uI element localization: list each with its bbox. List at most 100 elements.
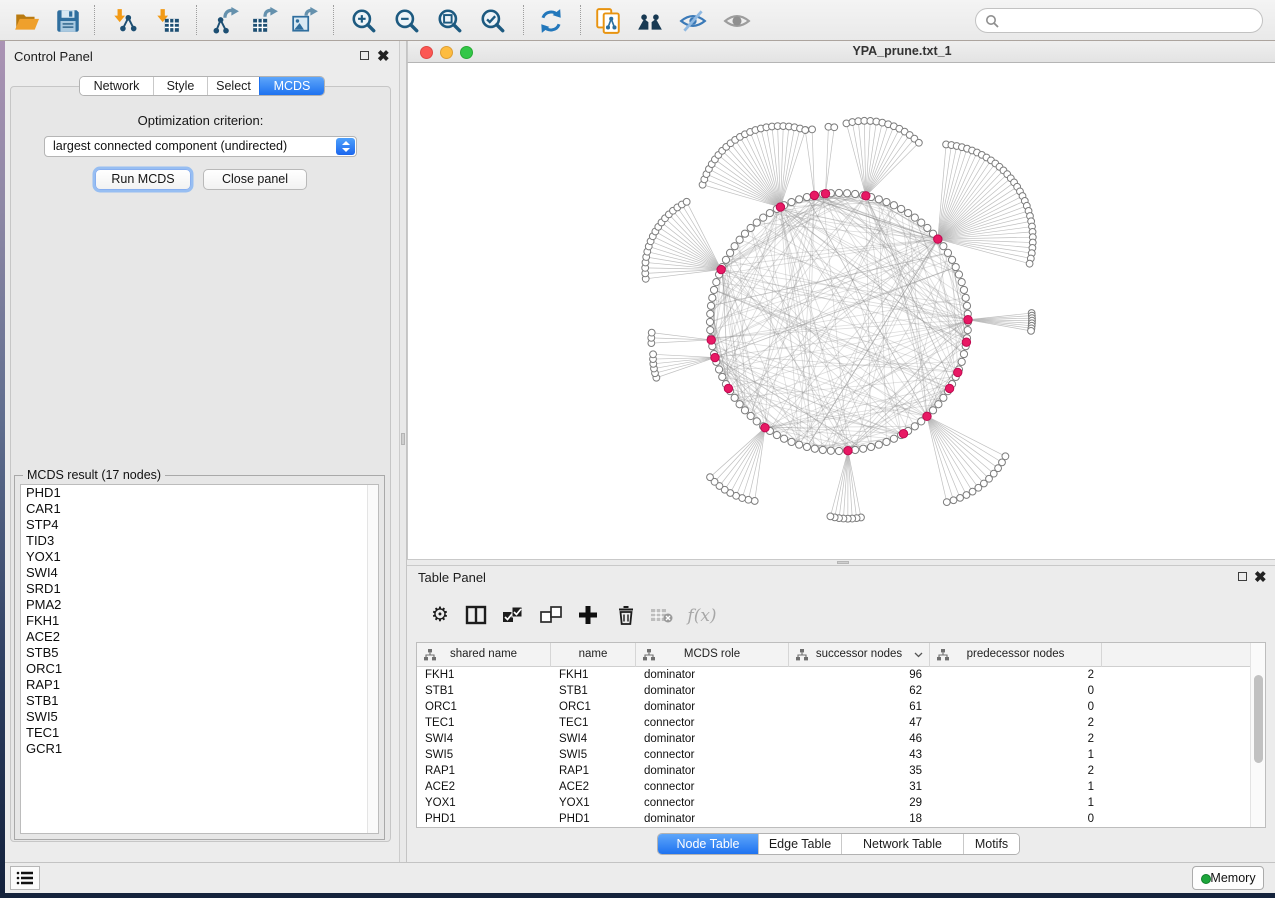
ring-node[interactable] xyxy=(958,279,965,286)
ring-node[interactable] xyxy=(952,263,959,270)
mcds-result-item[interactable]: ACE2 xyxy=(21,629,378,645)
mcds-hub-node[interactable] xyxy=(724,384,732,392)
zoom-fit-button[interactable] xyxy=(436,7,464,35)
network-canvas[interactable] xyxy=(407,63,1275,559)
mcds-hub-node[interactable] xyxy=(810,191,818,199)
table-row[interactable]: ORC1ORC1dominator610 xyxy=(417,699,1250,715)
binoculars-button[interactable] xyxy=(636,7,664,35)
hide-details-button[interactable] xyxy=(679,7,707,35)
tab-network[interactable]: Network xyxy=(80,77,153,95)
horizontal-split-divider[interactable] xyxy=(407,559,1275,566)
table-row[interactable]: YOX1YOX1connector291 xyxy=(417,795,1250,811)
ring-node[interactable] xyxy=(736,236,743,243)
run-mcds-button[interactable]: Run MCDS xyxy=(95,169,191,190)
ring-node[interactable] xyxy=(780,435,787,442)
leaf-node[interactable] xyxy=(950,497,957,504)
ring-node[interactable] xyxy=(773,431,780,438)
ring-node[interactable] xyxy=(935,401,942,408)
ring-node[interactable] xyxy=(803,193,810,200)
table-row[interactable]: TEC1TEC1connector472 xyxy=(417,715,1250,731)
mcds-hub-node[interactable] xyxy=(862,192,870,200)
mcds-hub-node[interactable] xyxy=(923,412,931,420)
leaf-node[interactable] xyxy=(751,498,758,505)
table-row[interactable]: STB1STB1dominator620 xyxy=(417,683,1250,699)
ring-node[interactable] xyxy=(707,302,714,309)
show-panels-button[interactable] xyxy=(10,866,40,890)
mcds-result-item[interactable]: STB1 xyxy=(21,693,378,709)
mcds-hub-node[interactable] xyxy=(962,338,970,346)
ring-node[interactable] xyxy=(958,358,965,365)
ring-node[interactable] xyxy=(753,219,760,226)
leaf-node[interactable] xyxy=(827,513,834,520)
memory-button[interactable]: Memory xyxy=(1192,866,1264,890)
scrollbar-thumb[interactable] xyxy=(1254,675,1263,763)
column-header-successor-nodes[interactable]: successor nodes xyxy=(789,643,930,667)
leaf-node[interactable] xyxy=(650,351,657,358)
table-row[interactable]: SWI4SWI4dominator462 xyxy=(417,731,1250,747)
mcds-hub-node[interactable] xyxy=(776,203,784,211)
ring-node[interactable] xyxy=(741,407,748,414)
optimization-criterion-select[interactable]: largest connected component (undirected) xyxy=(44,136,357,157)
ring-node[interactable] xyxy=(753,418,760,425)
mcds-hub-node[interactable] xyxy=(954,368,962,376)
ring-node[interactable] xyxy=(875,196,882,203)
leaf-node[interactable] xyxy=(809,126,816,133)
ring-node[interactable] xyxy=(713,279,720,286)
ring-node[interactable] xyxy=(731,394,738,401)
mcds-result-item[interactable]: SWI5 xyxy=(21,709,378,725)
ring-node[interactable] xyxy=(788,198,795,205)
mcds-result-item[interactable]: TEC1 xyxy=(21,725,378,741)
float-panel-icon[interactable] xyxy=(360,51,369,60)
ring-node[interactable] xyxy=(918,219,925,226)
ring-node[interactable] xyxy=(796,196,803,203)
mcds-result-item[interactable]: CAR1 xyxy=(21,501,378,517)
gear-icon[interactable]: ⚙ xyxy=(428,604,452,628)
ring-node[interactable] xyxy=(960,286,967,293)
ring-node[interactable] xyxy=(940,394,947,401)
ring-node[interactable] xyxy=(944,249,951,256)
mcds-result-item[interactable]: SRD1 xyxy=(21,581,378,597)
ring-node[interactable] xyxy=(731,243,738,250)
ring-node[interactable] xyxy=(890,435,897,442)
close-panel-icon[interactable]: ✖ xyxy=(377,51,390,63)
mcds-result-item[interactable]: TID3 xyxy=(21,533,378,549)
tab-mcds[interactable]: MCDS xyxy=(259,77,324,95)
ring-node[interactable] xyxy=(707,310,714,317)
leaf-node[interactable] xyxy=(943,499,950,506)
ring-node[interactable] xyxy=(719,373,726,380)
mcds-result-item[interactable]: GCR1 xyxy=(21,741,378,757)
open-session-button[interactable] xyxy=(13,7,41,35)
close-panel-button[interactable]: Close panel xyxy=(203,169,307,190)
ring-node[interactable] xyxy=(898,205,905,212)
ring-node[interactable] xyxy=(726,249,733,256)
table-row[interactable]: RAP1RAP1dominator352 xyxy=(417,763,1250,779)
ring-node[interactable] xyxy=(709,294,716,301)
deselect-all-icon[interactable] xyxy=(539,604,563,628)
export-image-button[interactable] xyxy=(291,7,319,35)
select-all-icon[interactable] xyxy=(501,604,525,628)
ring-node[interactable] xyxy=(963,302,970,309)
ring-node[interactable] xyxy=(964,326,971,333)
ring-node[interactable] xyxy=(715,366,722,373)
leaf-node[interactable] xyxy=(1026,260,1033,267)
vertical-split-divider[interactable] xyxy=(399,41,407,862)
tab-motifs[interactable]: Motifs xyxy=(963,834,1019,854)
ring-node[interactable] xyxy=(803,443,810,450)
zoom-selected-button[interactable] xyxy=(479,7,507,35)
mcds-result-item[interactable]: STP4 xyxy=(21,517,378,533)
ring-node[interactable] xyxy=(890,202,897,209)
ring-node[interactable] xyxy=(707,326,714,333)
tab-select[interactable]: Select xyxy=(207,77,259,95)
column-header-shared-name[interactable]: shared name xyxy=(417,643,551,667)
show-details-button[interactable] xyxy=(723,7,751,35)
mcds-result-item[interactable]: PMA2 xyxy=(21,597,378,613)
tab-style[interactable]: Style xyxy=(153,77,207,95)
table-row[interactable]: ACE2ACE2connector311 xyxy=(417,779,1250,795)
tab-node-table[interactable]: Node Table xyxy=(658,834,758,854)
ring-node[interactable] xyxy=(766,209,773,216)
mcds-result-item[interactable]: FKH1 xyxy=(21,613,378,629)
table-row[interactable]: SWI5SWI5connector431 xyxy=(417,747,1250,763)
ring-node[interactable] xyxy=(722,256,729,263)
ring-node[interactable] xyxy=(955,271,962,278)
delete-icon[interactable] xyxy=(614,604,638,628)
